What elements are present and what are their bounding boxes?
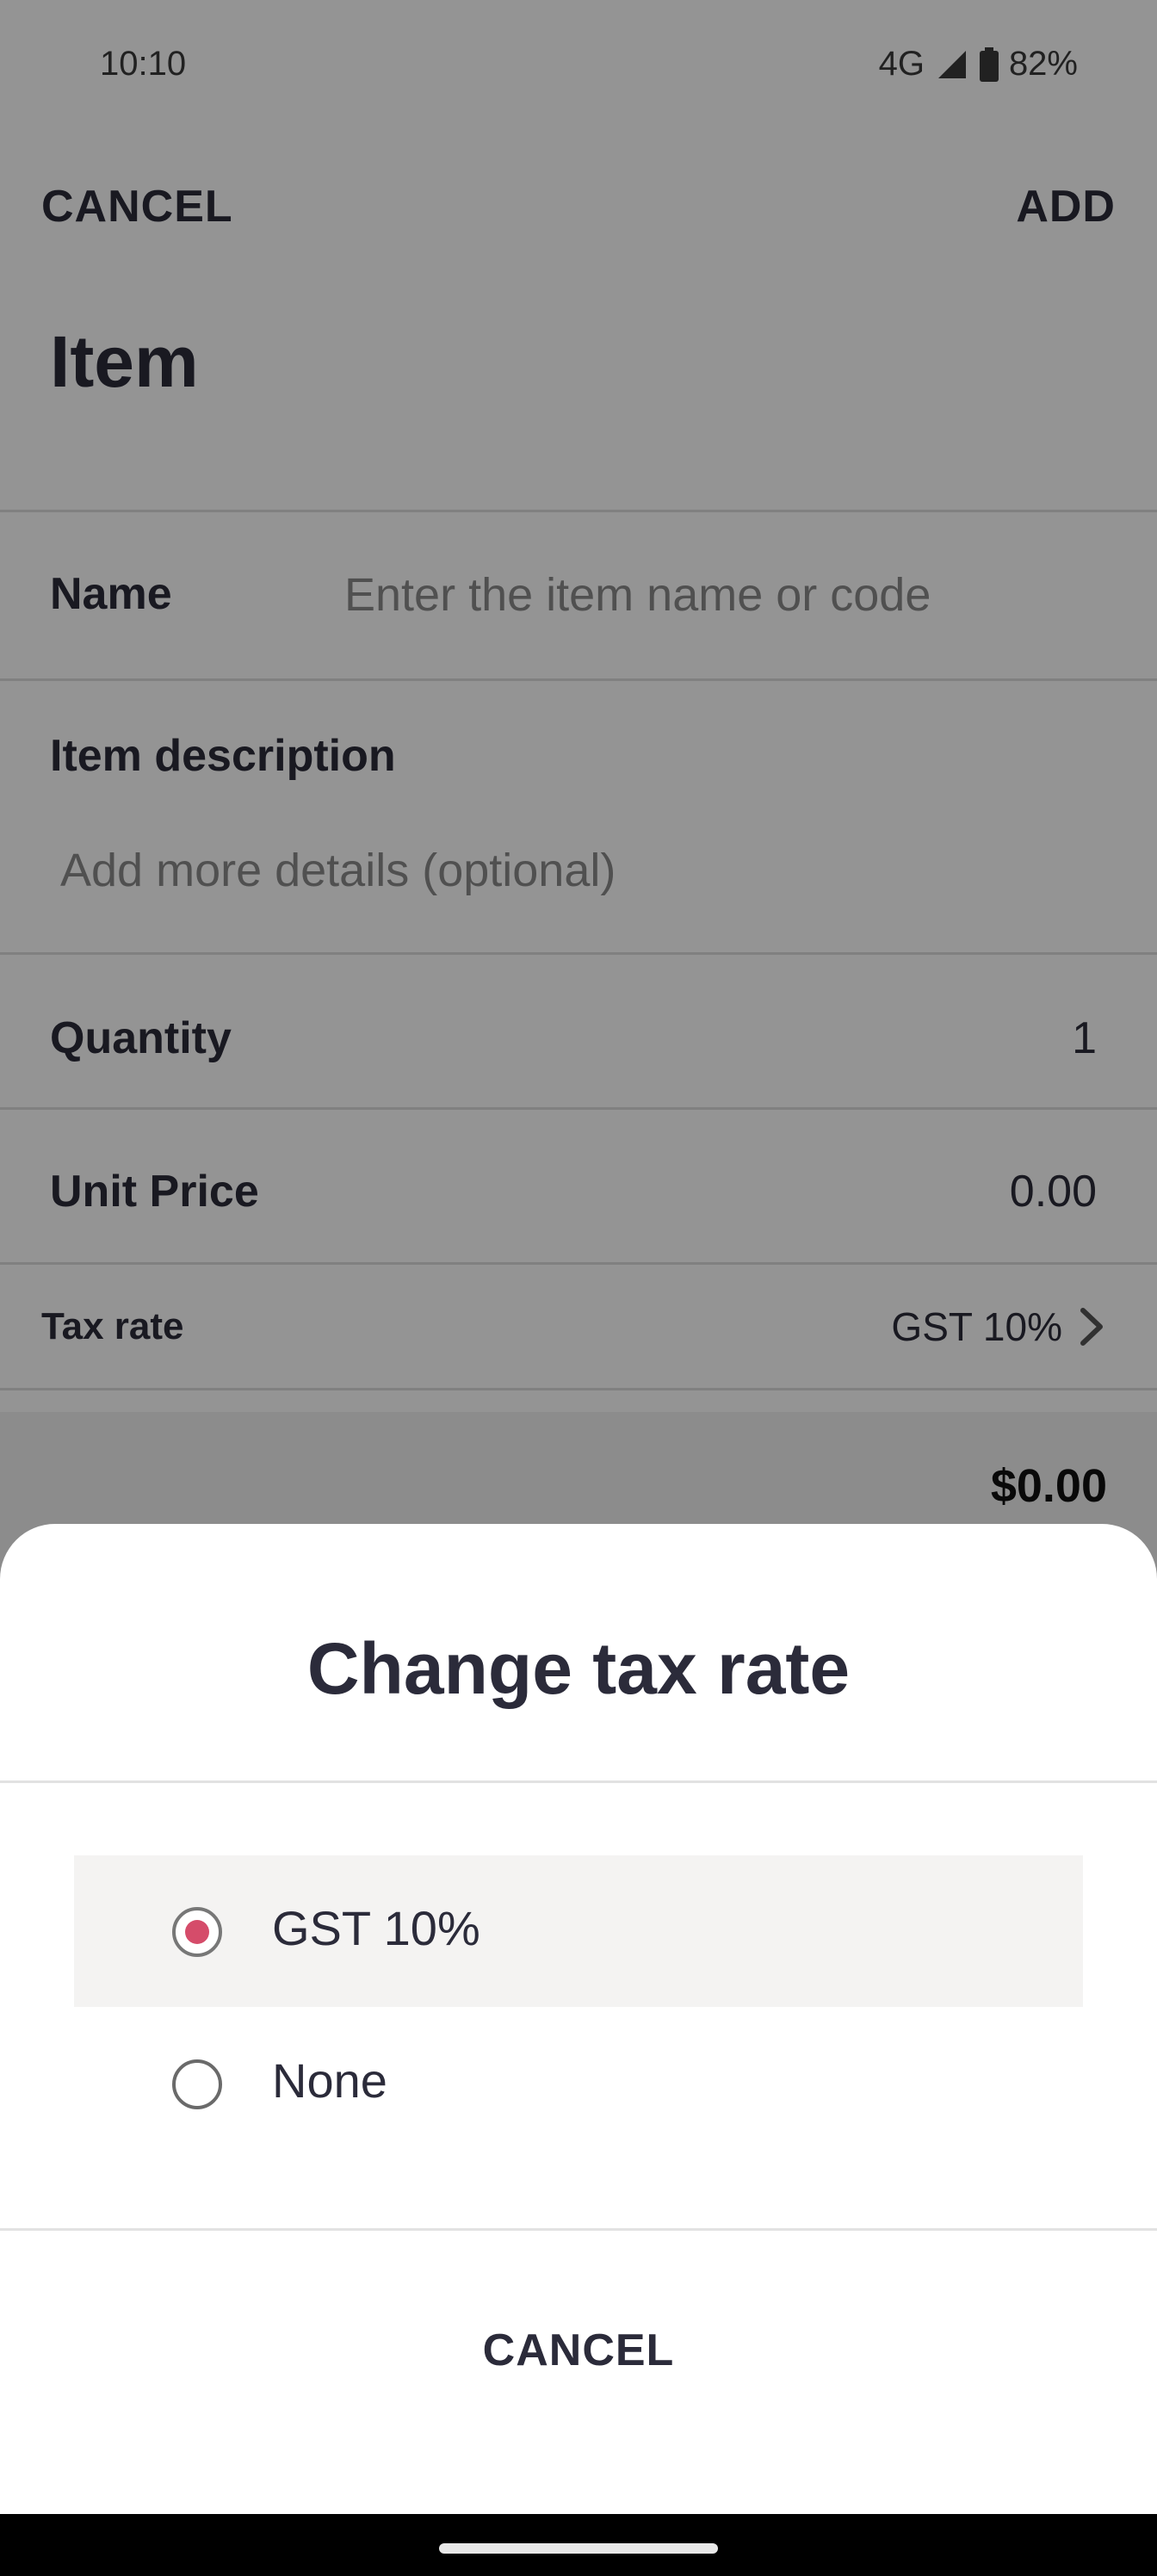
radio-unselected-icon[interactable]	[172, 2059, 222, 2109]
home-indicator[interactable]	[439, 2543, 718, 2554]
tax-option-label: GST 10%	[272, 1901, 480, 1955]
tax-option-gst[interactable]: GST 10%	[74, 1855, 1083, 2007]
radio-dot	[185, 1920, 209, 1944]
sheet-cancel-button[interactable]: CANCEL	[0, 2325, 1157, 2376]
sheet-divider	[0, 2228, 1157, 2231]
sheet-divider	[0, 1780, 1157, 1783]
system-navigation-bar	[0, 2514, 1157, 2576]
sheet-title: Change tax rate	[306, 1628, 851, 1709]
tax-option-label: None	[272, 2053, 387, 2108]
tax-option-none[interactable]: None	[74, 2008, 1083, 2159]
radio-selected-icon[interactable]	[172, 1907, 222, 1957]
